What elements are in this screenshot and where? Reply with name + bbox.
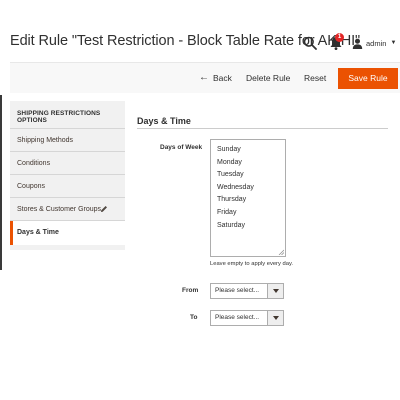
notification-count-badge[interactable]: 1 <box>335 33 344 42</box>
to-select-value: Please select... <box>215 314 260 321</box>
to-label: To <box>190 314 198 321</box>
day-option-thursday[interactable]: Thursday <box>211 194 285 207</box>
resize-handle-icon[interactable] <box>278 249 284 255</box>
pencil-icon <box>101 206 107 212</box>
left-edge-strip <box>0 95 2 270</box>
chevron-down-icon[interactable] <box>267 311 283 325</box>
day-option-saturday[interactable]: Saturday <box>211 220 285 233</box>
days-of-week-multiselect[interactable]: Sunday Monday Tuesday Wednesday Thursday… <box>210 139 286 257</box>
search-icon[interactable] <box>303 36 317 50</box>
day-option-wednesday[interactable]: Wednesday <box>211 182 285 195</box>
section-title: Days & Time <box>137 116 191 126</box>
from-select-value: Please select... <box>215 287 260 294</box>
tab-label: Days & Time <box>17 229 59 236</box>
tab-label: Conditions <box>17 160 51 167</box>
back-button[interactable]: ← Back <box>199 72 232 84</box>
page-header: Edit Rule "Test Restriction - Block Tabl… <box>0 0 400 62</box>
admin-user-menu[interactable]: admin ▼ <box>352 37 396 49</box>
user-icon <box>352 38 363 49</box>
tab-stores-customer-groups[interactable]: Stores & Customer Groups <box>10 198 125 221</box>
to-select[interactable]: Please select... <box>210 310 284 326</box>
tab-label: Coupons <box>17 183 46 190</box>
day-option-tuesday[interactable]: Tuesday <box>211 169 285 182</box>
days-of-week-hint: Leave empty to apply every day. <box>210 261 294 267</box>
day-option-sunday[interactable]: Sunday <box>211 144 285 157</box>
tab-shipping-methods[interactable]: Shipping Methods <box>10 129 125 152</box>
tab-coupons[interactable]: Coupons <box>10 175 125 198</box>
from-select[interactable]: Please select... <box>210 283 284 299</box>
day-option-monday[interactable]: Monday <box>211 157 285 170</box>
tab-conditions[interactable]: Conditions <box>10 152 125 175</box>
page-actions-bar: ← Back Delete Rule Reset Save Rule <box>10 62 400 93</box>
from-label: From <box>182 287 199 294</box>
section-divider <box>137 128 388 129</box>
tab-days-time[interactable]: Days & Time <box>10 221 125 245</box>
days-of-week-label: Days of Week <box>160 144 203 151</box>
day-option-friday[interactable]: Friday <box>211 207 285 220</box>
reset-button[interactable]: Reset <box>304 73 326 83</box>
sidebar-tabs: SHIPPING RESTRICTIONS OPTIONS Shipping M… <box>10 101 125 250</box>
sidebar-heading: SHIPPING RESTRICTIONS OPTIONS <box>10 101 125 129</box>
delete-rule-button[interactable]: Delete Rule <box>246 73 290 83</box>
arrow-left-icon: ← <box>199 72 209 83</box>
admin-username: admin <box>366 38 387 48</box>
tab-label: Shipping Methods <box>17 137 74 144</box>
tab-label: Stores & Customer Groups <box>17 206 102 213</box>
back-button-label: Back <box>213 73 232 83</box>
chevron-down-icon[interactable] <box>267 284 283 298</box>
chevron-down-icon: ▼ <box>390 40 397 46</box>
save-rule-button[interactable]: Save Rule <box>338 68 398 89</box>
